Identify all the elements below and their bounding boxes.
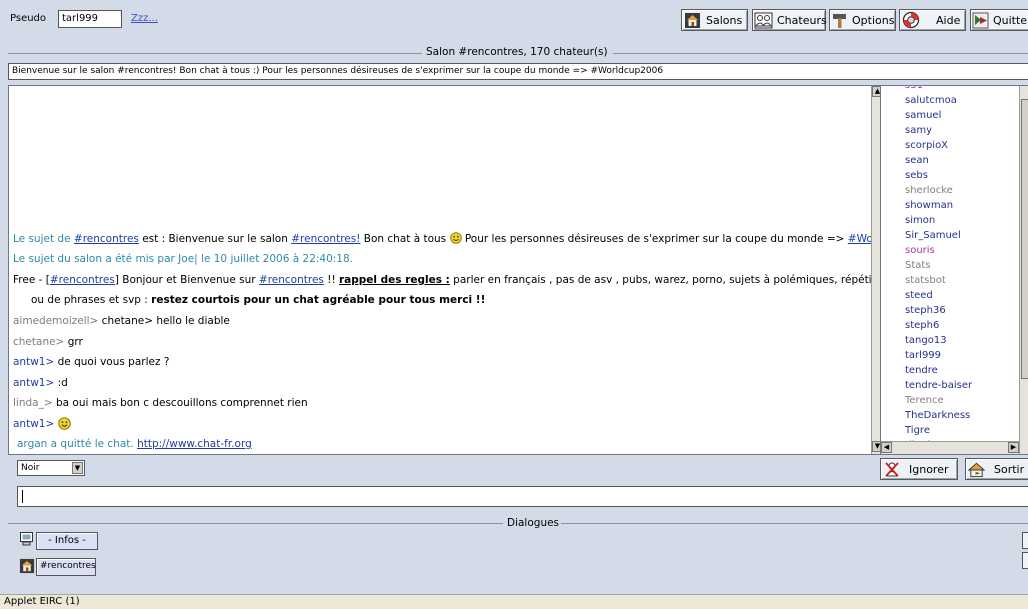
user-list-item[interactable]: souris bbox=[905, 245, 935, 256]
ignore-button[interactable]: Ignorer bbox=[880, 458, 958, 480]
user-list-item[interactable]: scorpioX bbox=[905, 140, 948, 151]
user-list-item[interactable]: tendre bbox=[905, 365, 938, 376]
chat-line: chetane> grr bbox=[13, 336, 83, 348]
message-input[interactable] bbox=[17, 486, 1028, 507]
user-list[interactable]: s31 salutcmoa samuel samy scorpioX sean sebs sh… bbox=[880, 85, 1028, 455]
chat-line-topic: Le sujet de #rencontres est : Bienvenue … bbox=[13, 232, 932, 247]
user-list-item[interactable]: tango13 bbox=[905, 335, 947, 346]
house-exit-icon bbox=[967, 460, 986, 479]
chateurs-label: Chateurs bbox=[777, 13, 827, 27]
chat-line-rules: Free - [#rencontres] Bonjour et Bienvenu… bbox=[13, 274, 1001, 286]
options-button[interactable]: Options bbox=[829, 9, 896, 31]
text-caret bbox=[22, 490, 23, 503]
user-list-item[interactable]: tendre-baiser bbox=[905, 380, 972, 391]
users-icon bbox=[754, 11, 773, 30]
user-list-item[interactable]: showman bbox=[905, 200, 953, 211]
computer-icon bbox=[19, 531, 34, 549]
scroll-left-arrow[interactable]: ◀ bbox=[881, 442, 892, 453]
ignore-label: Ignorer bbox=[909, 462, 949, 476]
room-tab[interactable]: #rencontres bbox=[36, 558, 96, 576]
user-list-item[interactable]: samuel bbox=[905, 110, 941, 121]
color-select[interactable]: Noir ▼ bbox=[17, 460, 85, 476]
user-list-item[interactable]: Terence bbox=[905, 395, 944, 406]
room-title: Salon #rencontres, 170 chateur(s) bbox=[426, 46, 608, 58]
aide-button[interactable]: Aide bbox=[899, 9, 966, 31]
chat-nick[interactable]: antw1> bbox=[13, 418, 54, 430]
title-separator-right bbox=[613, 53, 1028, 54]
chat-line-quit: argan a quitté le chat. http://www.chat-… bbox=[17, 438, 252, 450]
room-link[interactable]: #rencontres! bbox=[291, 233, 360, 245]
title-separator-left bbox=[8, 53, 422, 54]
scroll-thumb[interactable] bbox=[1021, 99, 1028, 379]
house-icon bbox=[683, 11, 702, 30]
chat-nick[interactable]: antw1> bbox=[13, 377, 54, 389]
infos-tab[interactable]: - Infos - bbox=[36, 532, 98, 550]
dialog-separator-left bbox=[8, 523, 503, 524]
room-link[interactable]: #rencontres bbox=[74, 233, 139, 245]
chat-nick[interactable]: antw1> bbox=[13, 356, 54, 368]
user-list-item[interactable]: steph6 bbox=[905, 320, 939, 331]
user-list-item[interactable]: tarl999 bbox=[905, 350, 941, 361]
chat-line: aimedemoizell> chetane> hello le diable bbox=[13, 315, 230, 327]
ignore-person-icon bbox=[882, 460, 901, 479]
user-list-item[interactable]: s31 bbox=[905, 86, 923, 91]
scroll-right-arrow[interactable]: ▶ bbox=[1008, 442, 1019, 453]
chevron-down-icon[interactable]: ▼ bbox=[72, 462, 83, 474]
salons-button[interactable]: Salons bbox=[681, 9, 748, 31]
dialog-side-button[interactable] bbox=[1022, 552, 1028, 569]
user-list-item[interactable]: Stats bbox=[905, 260, 931, 271]
chat-nick[interactable]: chetane> bbox=[13, 336, 64, 348]
chat-line: antw1> bbox=[13, 417, 71, 433]
hammer-icon bbox=[831, 11, 848, 30]
dialog-separator-right bbox=[561, 523, 1028, 524]
user-list-item[interactable]: salutcmoa bbox=[905, 95, 957, 106]
room-link[interactable]: #rencontres bbox=[50, 274, 115, 286]
user-list-item[interactable]: sean bbox=[905, 155, 929, 166]
chat-link[interactable]: http://www.chat-fr.org bbox=[137, 438, 252, 450]
exit-room-button[interactable]: Sortir bbox=[965, 458, 1028, 480]
smiley-icon bbox=[57, 417, 71, 433]
user-list-item[interactable]: steph36 bbox=[905, 305, 946, 316]
exit-room-label: Sortir bbox=[994, 462, 1025, 476]
quitter-label: Quitte bbox=[993, 13, 1028, 27]
user-list-item[interactable]: simon bbox=[905, 215, 935, 226]
dialog-side-button[interactable] bbox=[1022, 532, 1028, 549]
user-list-item[interactable]: TheDarkness bbox=[905, 410, 970, 421]
options-label: Options bbox=[852, 13, 895, 27]
chateurs-button[interactable]: Chateurs bbox=[752, 9, 827, 31]
chat-nick[interactable]: aimedemoizell> bbox=[13, 315, 98, 327]
aide-label: Aide bbox=[936, 13, 961, 27]
chat-nick[interactable]: linda_> bbox=[13, 397, 53, 409]
topic-field[interactable]: Bienvenue sur le salon #rencontres! Bon … bbox=[8, 63, 1028, 80]
chat-line-topic-setter: Le sujet du salon a été mis par Joe| le … bbox=[13, 253, 354, 265]
user-list-item[interactable]: statsbot bbox=[905, 275, 946, 286]
user-list-item[interactable]: samy bbox=[905, 125, 932, 136]
chat-line-rules-cont: ou de phrases et svp : restez courtois p… bbox=[31, 294, 486, 306]
away-link[interactable]: Zzz... bbox=[131, 13, 158, 24]
user-list-item[interactable]: Sir_Samuel bbox=[905, 230, 961, 241]
chat-line: antw1> :d bbox=[13, 377, 68, 389]
room-tab-icon bbox=[19, 558, 35, 577]
user-list-item[interactable]: sebs bbox=[905, 170, 928, 181]
status-text: Applet EIRC (1) bbox=[4, 596, 80, 607]
user-list-item[interactable]: sherlocke bbox=[905, 185, 953, 196]
user-list-hscrollbar[interactable]: ◀ ▶ bbox=[881, 441, 1019, 454]
dialogs-title: Dialogues bbox=[507, 517, 560, 529]
user-list-scrollbar[interactable] bbox=[1019, 86, 1028, 454]
chat-line: antw1> de quoi vous parlez ? bbox=[13, 356, 170, 368]
quitter-button[interactable]: Quitte bbox=[970, 9, 1028, 31]
chat-panel[interactable]: Le sujet de #rencontres est : Bienvenue … bbox=[8, 85, 1000, 455]
user-list-item[interactable]: Tigre bbox=[905, 425, 930, 436]
chat-line: linda_> ba oui mais bon c descouillons c… bbox=[13, 397, 308, 409]
lifebuoy-icon bbox=[901, 11, 920, 30]
room-link[interactable]: #rencontres bbox=[259, 274, 324, 286]
exit-icon bbox=[972, 11, 989, 30]
salons-label: Salons bbox=[706, 13, 743, 27]
pseudo-label: Pseudo bbox=[10, 13, 47, 24]
status-bar: Applet EIRC (1) bbox=[0, 594, 1028, 609]
smiley-icon bbox=[449, 232, 462, 247]
pseudo-input[interactable]: tarl999 bbox=[58, 10, 122, 28]
user-list-item[interactable]: steed bbox=[905, 290, 933, 301]
